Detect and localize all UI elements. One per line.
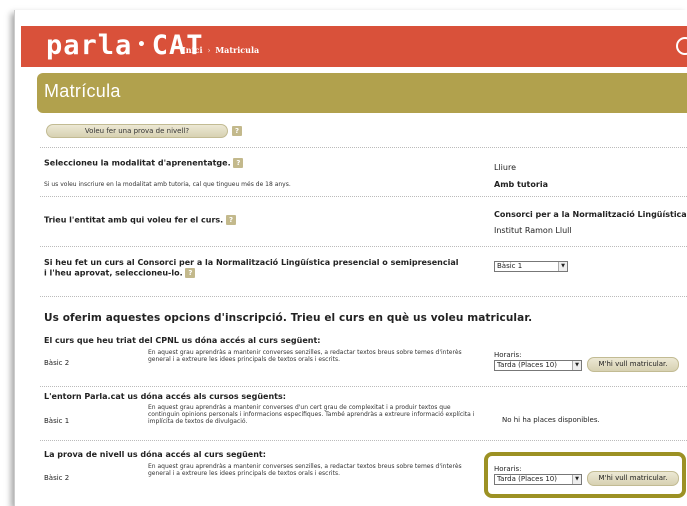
no-places-message: No hi ha places disponibles. — [502, 416, 600, 424]
group-heading: El curs que heu triat del CPNL us dóna a… — [44, 336, 321, 345]
schedule-select[interactable]: Tarda (Places 10) ▼ — [494, 360, 582, 371]
group-heading: L'entorn Parla.cat us dóna accés als cur… — [44, 392, 286, 401]
modality-option-tutoria[interactable]: Amb tutoria — [494, 180, 548, 189]
help-icon[interactable]: ? — [185, 268, 196, 278]
previous-course-question: Si heu fet un curs al Consorci per a la … — [44, 258, 459, 278]
previous-course-select[interactable]: Bàsic 1 ▼ — [494, 261, 568, 272]
breadcrumb-home-link[interactable]: Inici — [182, 45, 203, 55]
divider — [40, 147, 687, 148]
course-description: En aquest grau aprendràs a mantenir conv… — [148, 463, 462, 477]
offers-title: Us oferim aquestes opcions d'inscripció.… — [44, 312, 533, 324]
modality-note: Si us voleu inscriure en la modalitat am… — [44, 181, 291, 188]
entity-option-irl[interactable]: Institut Ramon Llull — [494, 226, 572, 235]
divider — [40, 386, 687, 387]
highlight-box — [484, 452, 686, 498]
page-title-bar: Matrícula — [37, 73, 687, 113]
close-icon[interactable] — [676, 37, 687, 55]
entity-question: Trieu l'entitat amb qui voleu fer el cur… — [44, 215, 237, 225]
modality-question: Seleccioneu la modalitat d'aprenentatge.… — [44, 158, 244, 168]
breadcrumb: Inici › Matricula — [182, 45, 259, 55]
modality-option-lliure[interactable]: Lliure — [494, 163, 516, 172]
breadcrumb-separator: › — [207, 46, 211, 55]
chevron-down-icon: ▼ — [572, 361, 581, 370]
parla-cat-logo[interactable]: parla • CAT — [46, 30, 204, 61]
schedule-label: Horaris: — [494, 351, 522, 359]
entity-option-cpnl[interactable]: Consorci per a la Normalització Lingüíst… — [494, 210, 687, 219]
page-title: Matrícula — [44, 81, 121, 101]
level-test-button[interactable]: Voleu fer una prova de nivell? — [46, 124, 228, 138]
help-icon[interactable]: ? — [226, 215, 237, 225]
help-icon[interactable]: ? — [232, 126, 242, 136]
chevron-down-icon: ▼ — [558, 262, 567, 271]
divider — [40, 296, 687, 297]
help-icon[interactable]: ? — [233, 158, 244, 168]
course-level: Bàsic 1 — [44, 417, 70, 425]
divider — [40, 246, 687, 247]
enrol-button[interactable]: M'hi vull matricular. — [587, 357, 679, 372]
course-description: En aquest grau aprendràs a mantenir conv… — [148, 404, 475, 425]
divider — [40, 440, 687, 441]
course-description: En aquest grau aprendràs a mantenir conv… — [148, 349, 462, 363]
breadcrumb-current: Matricula — [215, 45, 260, 55]
course-level: Bàsic 2 — [44, 474, 70, 482]
course-level: Bàsic 2 — [44, 359, 70, 367]
divider — [40, 196, 687, 197]
group-heading: La prova de nivell us dóna accés al curs… — [44, 450, 266, 459]
